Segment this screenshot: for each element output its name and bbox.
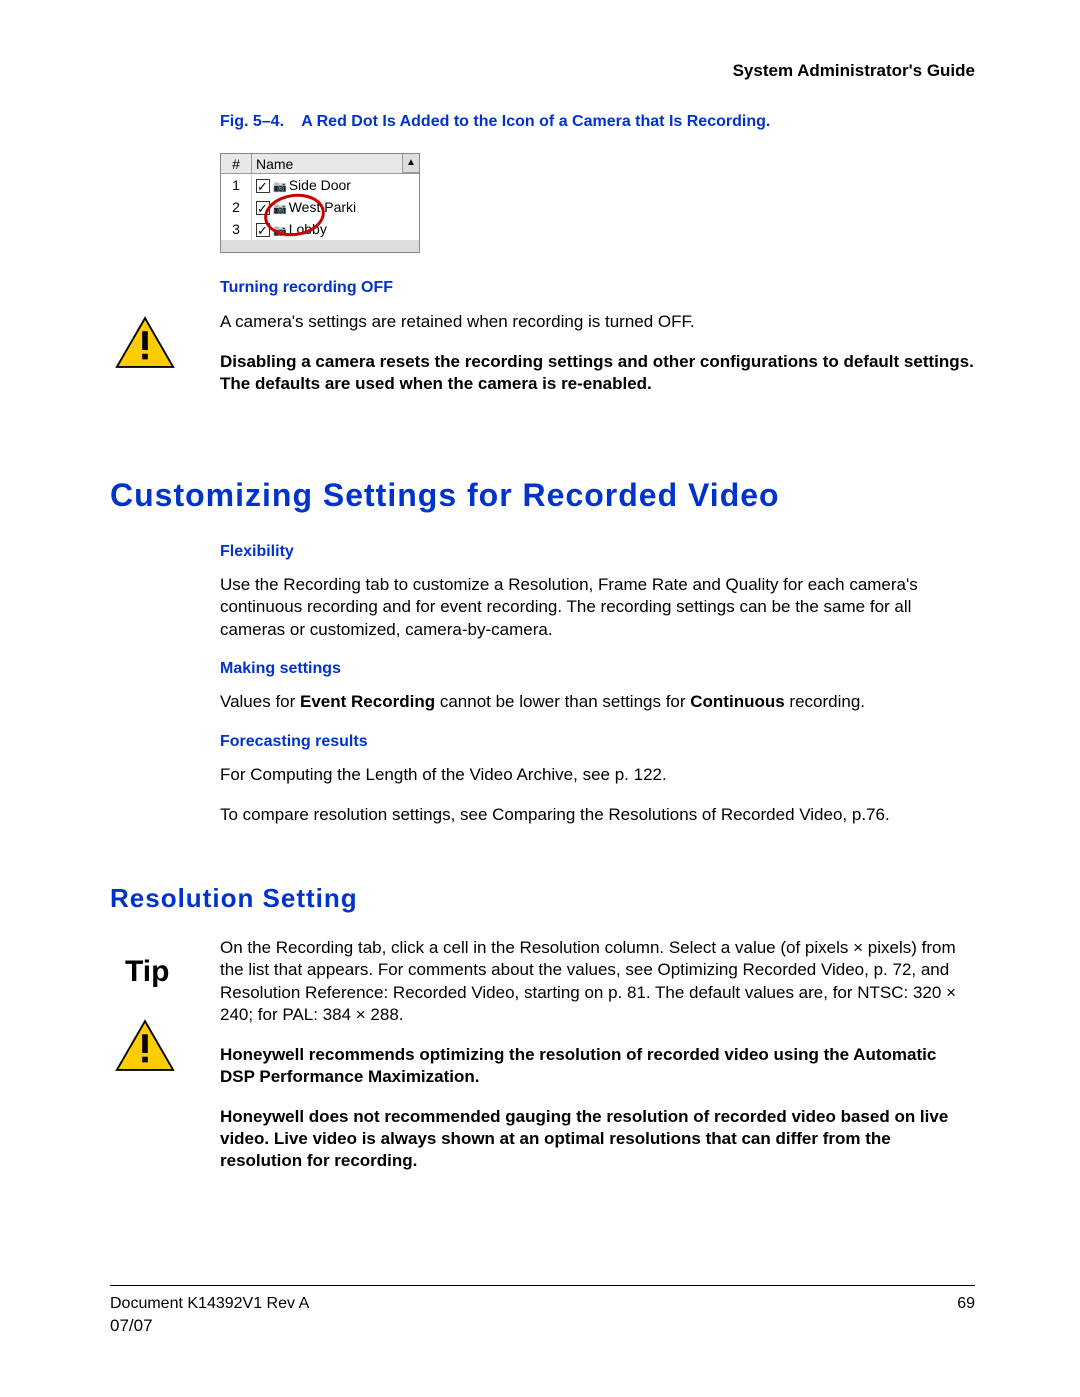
page: System Administrator's Guide Fig. 5–4. A… [0, 0, 1080, 1397]
text: Values for [220, 692, 300, 711]
text-bold: Continuous [690, 692, 784, 711]
subhead-flexibility: Flexibility [220, 542, 975, 563]
warning-text: Disabling a camera resets the recording … [220, 351, 975, 395]
footer-rule [110, 1285, 975, 1286]
para: Values for Event Recording cannot be low… [220, 691, 975, 713]
para: A camera's settings are retained when re… [220, 311, 975, 333]
table-row: 1 📷Side Door [221, 174, 419, 196]
warning-icon [115, 1018, 175, 1073]
warning-text: Honeywell does not recommended gauging t… [220, 1106, 975, 1172]
col-name: Name [252, 154, 419, 174]
row-text: Side Door [289, 177, 351, 193]
text: recording. [785, 692, 865, 711]
figure-caption-text: A Red Dot Is Added to the Icon of a Came… [301, 113, 770, 130]
para: To compare resolution settings, see Comp… [220, 804, 975, 826]
para: For Computing the Length of the Video Ar… [220, 764, 975, 786]
row-num: 1 [221, 174, 252, 196]
heading-customizing: Customizing Settings for Recorded Video [110, 475, 975, 517]
row-label: 📷Side Door [252, 174, 419, 196]
text-bold: Event Recording [300, 692, 435, 711]
footer-date: 07/07 [110, 1315, 975, 1337]
header-title: System Administrator's Guide [110, 60, 975, 82]
tip-label: Tip [125, 952, 169, 991]
text: cannot be lower than settings for [435, 692, 690, 711]
subhead-making-settings: Making settings [220, 659, 975, 680]
subhead-forecasting: Forecasting results [220, 732, 975, 753]
subhead-turning-off: Turning recording OFF [220, 278, 975, 299]
scroll-up-icon: ▲ [402, 154, 419, 173]
figure-caption-prefix: Fig. 5–4. [220, 113, 284, 130]
footer-page: 69 [957, 1294, 975, 1315]
camera-list-figure: ▲ # Name 1 📷Side Door 2 📷West Parki 3 📷L… [220, 153, 420, 253]
footer: Document K14392V1 Rev A 69 07/07 [110, 1285, 975, 1337]
row-num: 2 [221, 196, 252, 218]
content-column: Fig. 5–4. A Red Dot Is Added to the Icon… [220, 112, 975, 333]
camera-icon: 📷 [273, 181, 287, 193]
figure-caption: Fig. 5–4. A Red Dot Is Added to the Icon… [220, 112, 975, 133]
row-num: 3 [221, 218, 252, 240]
col-hash: # [221, 154, 252, 174]
para: Use the Recording tab to customize a Res… [220, 574, 975, 640]
warning-icon [115, 315, 175, 370]
checkbox-icon [256, 179, 270, 193]
heading-resolution: Resolution Setting [110, 882, 975, 916]
tip-text: Honeywell recommends optimizing the reso… [220, 1044, 975, 1088]
footer-doc: Document K14392V1 Rev A [110, 1294, 309, 1315]
para: On the Recording tab, click a cell in th… [220, 937, 975, 1025]
